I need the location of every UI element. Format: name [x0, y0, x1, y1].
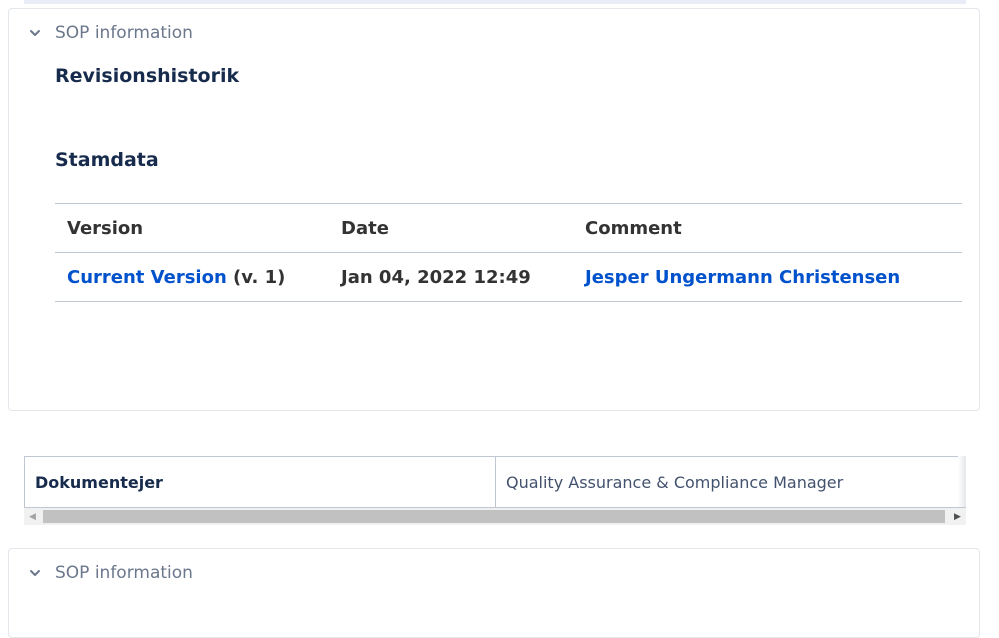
metadata-value: Quality Assurance & Compliance Manager [495, 456, 966, 508]
scrollbar-thumb[interactable] [43, 510, 945, 523]
metadata-table-container: Dokumentejer Quality Assurance & Complia… [24, 456, 966, 527]
author-link[interactable]: Jesper Ungermann Christensen [585, 267, 900, 288]
table-overflow-shadow [958, 456, 966, 507]
date-column-header: Date [329, 203, 573, 253]
horizontal-scrollbar[interactable]: ◀ ▶ [24, 508, 966, 525]
sop-information-expand-toggle[interactable]: SOP information [29, 563, 193, 583]
expand-label: SOP information [55, 23, 193, 43]
revision-history-heading: Revisionshistorik [55, 65, 240, 87]
revision-history-table: Version Date Comment Current Version (v.… [55, 203, 962, 302]
sop-information-panel: SOP information Revisionshistorik Stamda… [8, 8, 980, 411]
stamdata-heading: Stamdata [55, 149, 159, 171]
metadata-table: Dokumentejer Quality Assurance & Complia… [24, 456, 966, 508]
chevron-down-icon [30, 570, 40, 576]
version-cell: Current Version (v. 1) [55, 252, 329, 302]
top-edge-strip [24, 0, 966, 4]
table-row: Current Version (v. 1) Jan 04, 2022 12:4… [55, 252, 962, 302]
date-cell: Jan 04, 2022 12:49 [329, 252, 573, 302]
version-column-header: Version [55, 203, 329, 253]
version-number: (v. 1) [226, 266, 286, 288]
sop-information-panel: SOP information [8, 548, 980, 638]
metadata-key: Dokumentejer [24, 456, 496, 508]
chevron-down-icon [30, 30, 40, 36]
current-version-link[interactable]: Current Version [67, 267, 227, 288]
table-header-row: Version Date Comment [55, 203, 962, 253]
scroll-right-arrow-icon[interactable]: ▶ [949, 508, 966, 525]
sop-information-expand-toggle[interactable]: SOP information [29, 23, 193, 43]
table-row: Dokumentejer Quality Assurance & Complia… [24, 456, 966, 508]
comment-cell: Jesper Ungermann Christensen [573, 252, 962, 302]
expand-label: SOP information [55, 563, 193, 583]
scroll-left-arrow-icon[interactable]: ◀ [24, 508, 41, 525]
comment-column-header: Comment [573, 203, 962, 253]
